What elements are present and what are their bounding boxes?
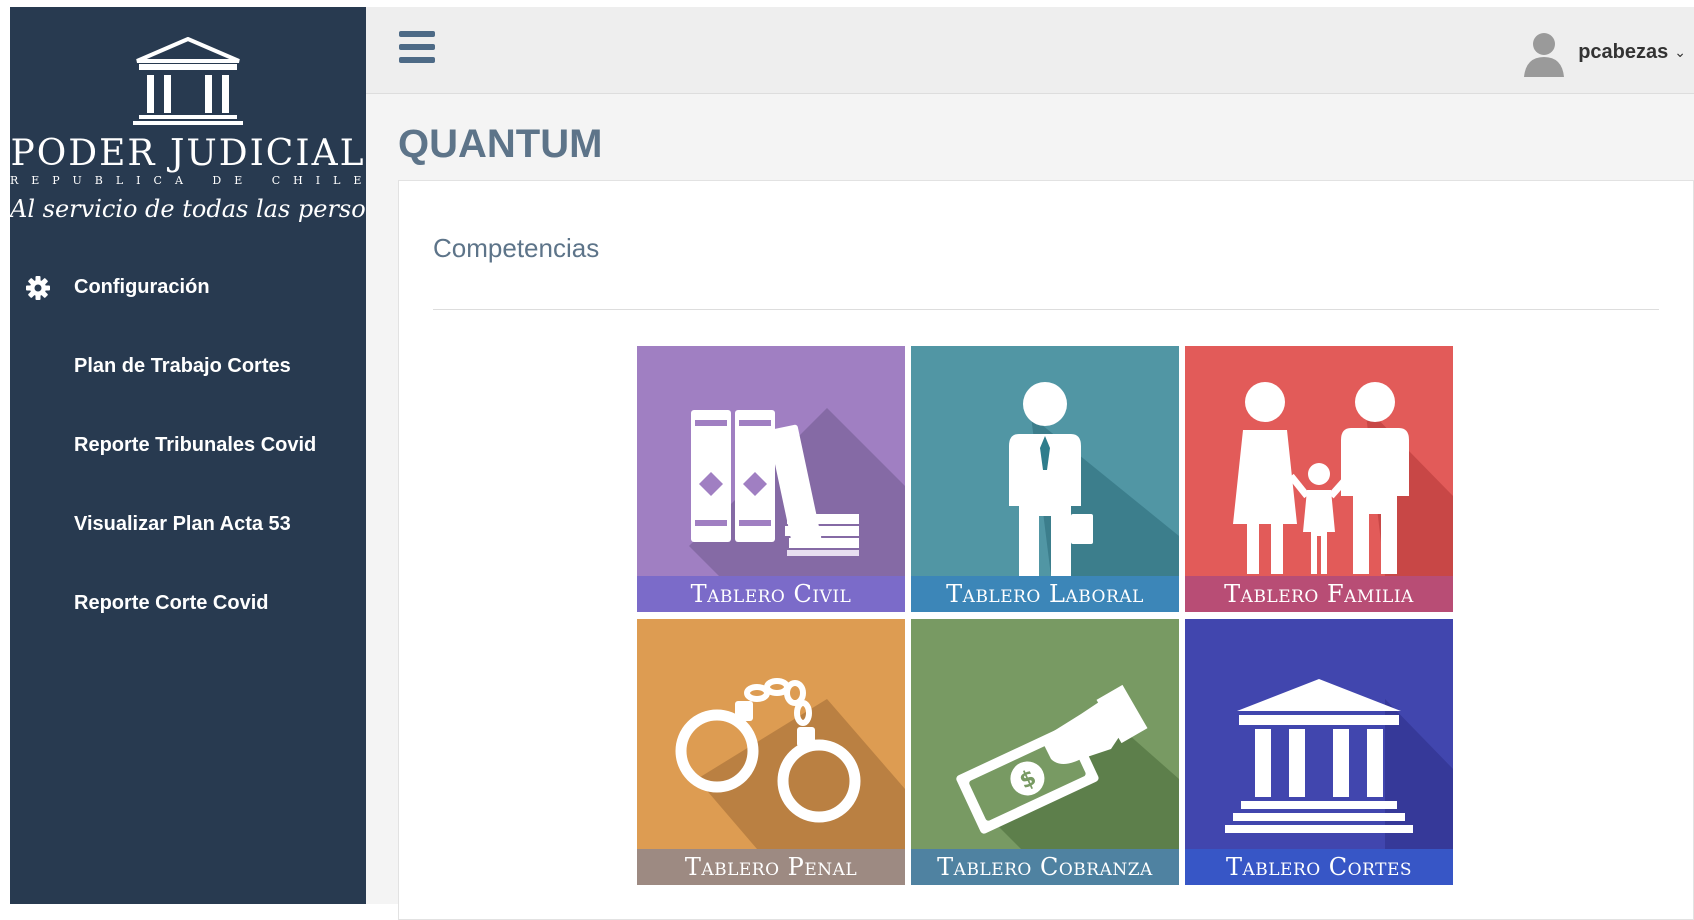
tile-label-band: Tablero Laboral: [911, 576, 1179, 612]
sidebar-item-visualizar-plan-acta-53[interactable]: Visualizar Plan Acta 53: [10, 499, 366, 549]
user-avatar-icon: [1524, 33, 1565, 77]
sidebar-item-label: Configuración: [74, 275, 210, 298]
tile-label: Tablero Cortes: [1225, 853, 1413, 881]
hamburger-icon[interactable]: [399, 31, 435, 63]
tile-label: Tablero Penal: [684, 853, 858, 881]
divider: [433, 309, 1659, 310]
tile-tablero-penal[interactable]: Tablero Penal: [637, 619, 905, 885]
handcuffs-icon: [675, 678, 905, 849]
sidebar-item-label: Visualizar Plan Acta 53: [74, 512, 291, 535]
courthouse-icon: [1225, 679, 1453, 849]
tile-label-band: Tablero Civil: [637, 576, 905, 612]
tile-label: Tablero Laboral: [946, 580, 1144, 608]
sidebar-item-plan-trabajo-cortes[interactable]: Plan de Trabajo Cortes: [10, 341, 366, 391]
panel-title: Competencias: [433, 233, 600, 263]
tile-label-band: Tablero Familia: [1185, 576, 1453, 612]
logo-title: PODER JUDICIAL: [10, 133, 366, 174]
tile-tablero-civil[interactable]: Tablero Civil: [637, 346, 905, 612]
binders-icon: [689, 408, 905, 576]
competencias-panel: Competencias Tablero Civil Tablero Labor…: [398, 180, 1694, 920]
family-icon: [1233, 382, 1453, 576]
main-content: QUANTUM Competencias Tablero Civil Table…: [366, 94, 1694, 920]
sidebar-item-reporte-tribunales-covid[interactable]: Reporte Tribunales Covid: [10, 420, 366, 470]
tile-label-band: Tablero Cobranza: [911, 849, 1179, 885]
money-hand-icon: $: [956, 684, 1179, 849]
tile-tablero-cobranza[interactable]: $ Tablero Cobranza: [911, 619, 1179, 885]
sidebar-item-label: Reporte Corte Covid: [74, 591, 269, 614]
sidebar-item-reporte-corte-covid[interactable]: Reporte Corte Covid: [10, 578, 366, 628]
gear-icon: [26, 276, 50, 300]
top-bar: pcabezas ⌄: [366, 7, 1694, 94]
tile-tablero-cortes[interactable]: Tablero Cortes: [1185, 619, 1453, 885]
tile-tablero-laboral[interactable]: Tablero Laboral: [911, 346, 1179, 612]
sidebar-item-label: Plan de Trabajo Cortes: [74, 354, 291, 377]
tile-label: Tablero Cobranza: [937, 853, 1153, 881]
chevron-down-icon: ⌄: [1674, 43, 1686, 60]
tile-label-band: Tablero Penal: [637, 849, 905, 885]
tile-label-band: Tablero Cortes: [1185, 849, 1453, 885]
tile-label: Tablero Familia: [1224, 580, 1414, 608]
tile-tablero-familia[interactable]: Tablero Familia: [1185, 346, 1453, 612]
temple-logo-icon: [133, 37, 243, 125]
sidebar-item-configuracion[interactable]: Configuración: [10, 262, 366, 312]
user-name: pcabezas: [1578, 40, 1669, 63]
sidebar: PODER JUDICIAL REPUBLICA DE CHILE Al ser…: [10, 7, 408, 904]
user-menu[interactable]: pcabezas ⌄: [1520, 27, 1694, 77]
tile-label: Tablero Civil: [690, 580, 852, 608]
logo-motto: Al servicio de todas las personas: [10, 195, 408, 223]
sidebar-item-label: Reporte Tribunales Covid: [74, 433, 317, 456]
logo-subtitle: REPUBLICA DE CHILE: [10, 174, 375, 187]
poder-judicial-logo[interactable]: PODER JUDICIAL REPUBLICA DE CHILE Al ser…: [10, 37, 408, 237]
app-window: PODER JUDICIAL REPUBLICA DE CHILE Al ser…: [10, 7, 1694, 920]
page-title: QUANTUM: [398, 122, 603, 166]
worker-icon: [1009, 382, 1179, 576]
